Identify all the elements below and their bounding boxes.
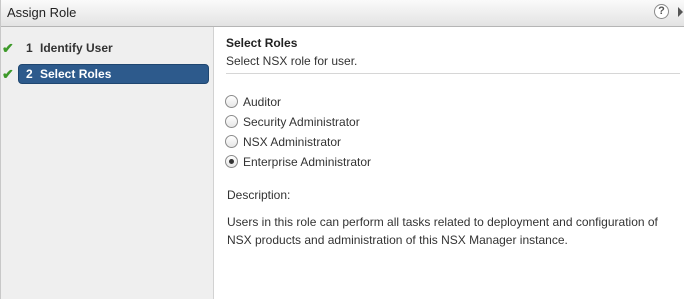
divider	[226, 73, 680, 74]
radio-button-selected[interactable]	[225, 155, 238, 168]
step-label: Select Roles	[40, 67, 112, 81]
radio-button[interactable]	[225, 95, 238, 108]
assign-role-dialog: Assign Role ? ✔ 1 Identify User ✔ 2 Sele…	[0, 0, 684, 299]
role-label[interactable]: Auditor	[243, 95, 281, 109]
wizard-step-select-roles[interactable]: ✔ 2 Select Roles	[1, 64, 214, 84]
role-label[interactable]: Security Administrator	[243, 115, 360, 129]
main-content: Select Roles Select NSX role for user. A…	[214, 27, 684, 299]
check-icon: ✔	[2, 66, 14, 82]
dialog-title: Assign Role	[7, 5, 77, 20]
title-bar: Assign Role ?	[1, 0, 684, 27]
radio-selected-dot	[229, 159, 234, 164]
step-label: Identify User	[40, 41, 113, 55]
description-label: Description:	[227, 188, 291, 202]
page-subtitle: Select NSX role for user.	[226, 54, 358, 68]
description-text: Users in this role can perform all tasks…	[227, 215, 658, 247]
check-icon: ✔	[2, 40, 14, 56]
step-number: 1	[26, 41, 33, 55]
radio-button[interactable]	[225, 135, 238, 148]
role-label[interactable]: Enterprise Administrator	[243, 155, 371, 169]
step-number: 2	[26, 67, 33, 81]
role-label[interactable]: NSX Administrator	[243, 135, 341, 149]
wizard-steps-panel: ✔ 1 Identify User ✔ 2 Select Roles	[1, 27, 214, 299]
page-title: Select Roles	[226, 36, 298, 50]
radio-button[interactable]	[225, 115, 238, 128]
help-icon[interactable]: ?	[654, 4, 669, 19]
wizard-step-identify-user[interactable]: ✔ 1 Identify User	[1, 38, 214, 58]
expand-arrow-icon[interactable]	[678, 7, 683, 17]
